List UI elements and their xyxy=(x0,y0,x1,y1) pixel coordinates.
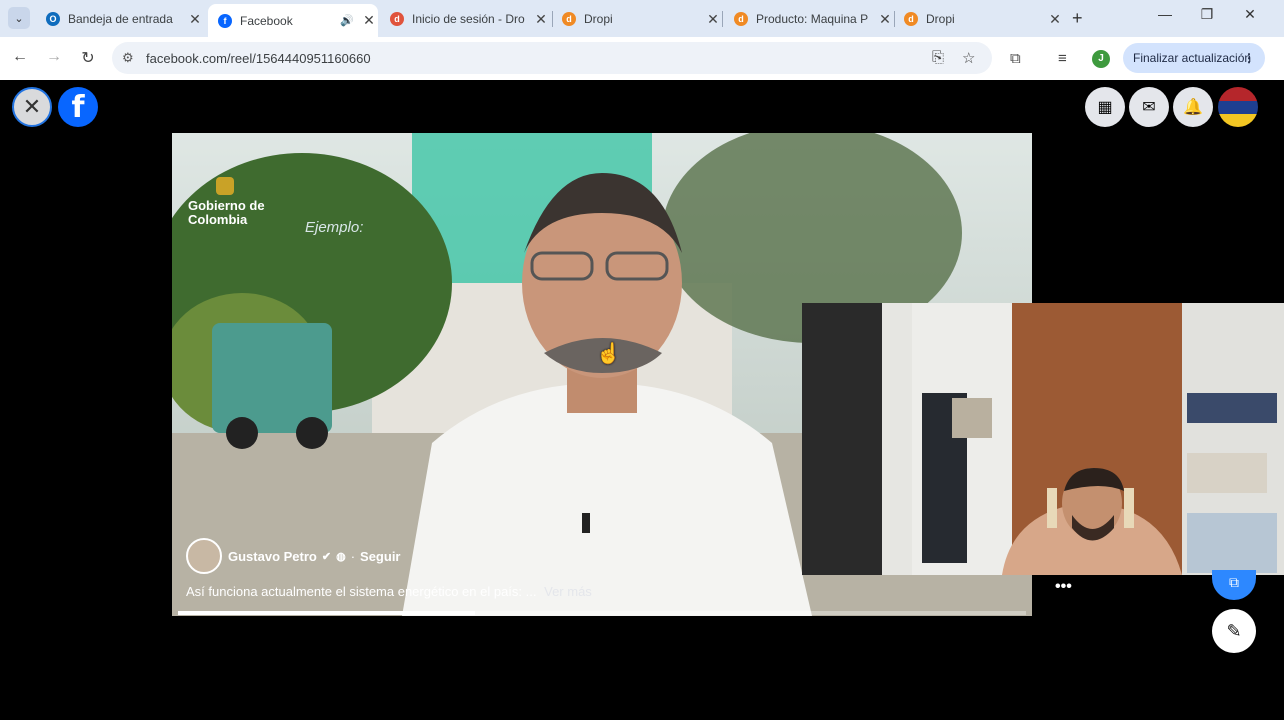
close-icon[interactable]: ✕ xyxy=(1046,11,1064,28)
tab-title: Dropi xyxy=(926,12,955,26)
hand-cursor-icon: ☝ xyxy=(596,343,621,365)
reel-caption: Así funciona actualmente el sistema ener… xyxy=(186,584,592,599)
menu-grid-icon[interactable]: ▦ xyxy=(1085,87,1125,127)
tab-producto[interactable]: d Producto: Maquina P ✕ xyxy=(724,4,894,34)
video-progress-fill xyxy=(178,611,475,615)
url-text[interactable]: facebook.com/reel/1564440951160660 xyxy=(146,51,371,66)
coat-of-arms-icon xyxy=(216,177,234,195)
tab-bandeja[interactable]: O Bandeja de entrada ✕ xyxy=(36,4,204,34)
tab-title: Bandeja de entrada xyxy=(68,12,173,26)
dropi-icon: d xyxy=(734,12,748,26)
site-info-icon[interactable]: ⚙ xyxy=(122,50,134,66)
tab-title: Facebook xyxy=(240,13,293,28)
update-button-label: Finalizar actualización xyxy=(1133,51,1252,65)
globe-icon: ◍ xyxy=(336,550,346,563)
avatar-stripe xyxy=(1218,87,1258,101)
tab-dropi-2[interactable]: d Dropi ✕ xyxy=(894,4,1064,34)
notifications-bell-icon[interactable]: 🔔 xyxy=(1173,87,1213,127)
facebook-logo-icon[interactable]: f xyxy=(58,87,98,127)
browser-chrome: ⌄ O Bandeja de entrada ✕ f Facebook 🔊 ✕ … xyxy=(0,0,1284,80)
tab-separator xyxy=(722,11,723,27)
close-icon[interactable]: ✕ xyxy=(532,11,550,28)
avatar-stripe xyxy=(1218,100,1258,115)
author-avatar[interactable] xyxy=(186,538,222,574)
tab-title: Dropi xyxy=(584,12,613,26)
reel-author: Gustavo Petro ✔ ◍ · Seguir xyxy=(186,538,401,574)
outlook-icon: O xyxy=(46,12,60,26)
tab-title: Inicio de sesión - Dro xyxy=(412,12,525,26)
account-avatar[interactable] xyxy=(1218,87,1258,127)
tab-title: Producto: Maquina P xyxy=(756,12,869,26)
facebook-top-bar: ✕ f ▦ ✉ 🔔 xyxy=(0,80,1284,132)
close-icon[interactable]: ✕ xyxy=(876,11,894,28)
video-progress-bar[interactable] xyxy=(178,611,1026,615)
profile-avatar[interactable]: J xyxy=(1092,50,1110,68)
brand-overlay-text: Gobierno de Colombia xyxy=(188,198,265,227)
see-more-link[interactable]: Ver más xyxy=(544,584,592,599)
window-close-icon[interactable]: ✕ xyxy=(1235,6,1265,23)
extensions-puzzle-icon[interactable]: ⧉ xyxy=(1010,50,1021,67)
kebab-menu-icon: ⋮ xyxy=(1243,51,1255,65)
minimize-icon[interactable]: — xyxy=(1150,6,1180,22)
author-name[interactable]: Gustavo Petro xyxy=(228,549,317,564)
messenger-icon[interactable]: ✉ xyxy=(1129,87,1169,127)
close-icon[interactable]: ✕ xyxy=(186,11,204,28)
gobierno-colombia-logo: Gobierno de Colombia xyxy=(188,177,278,227)
dropi-icon: d xyxy=(904,12,918,26)
restore-icon[interactable]: ❐ xyxy=(1192,6,1222,23)
bookmark-star-icon[interactable]: ☆ xyxy=(962,49,975,67)
webcam-frame xyxy=(802,303,1284,575)
follow-link[interactable]: Seguir xyxy=(360,549,400,564)
webcam-overlay xyxy=(802,303,1284,575)
dropi-icon: d xyxy=(562,12,576,26)
browser-toolbar: ← → ↻ ⚙ facebook.com/reel/15644409511606… xyxy=(0,37,1284,80)
edit-compose-icon[interactable]: ✎ xyxy=(1212,609,1256,653)
tab-inicio-sesion[interactable]: d Inicio de sesión - Dro ✕ xyxy=(380,4,550,34)
more-options-icon[interactable]: ••• xyxy=(1055,578,1072,596)
avatar-stripe xyxy=(1218,114,1258,127)
forward-arrow-icon[interactable]: → xyxy=(44,48,64,66)
dropi-icon: d xyxy=(390,12,404,26)
caption-text: Así funciona actualmente el sistema ener… xyxy=(186,584,537,599)
tab-strip: ⌄ O Bandeja de entrada ✕ f Facebook 🔊 ✕ … xyxy=(0,0,1284,37)
example-overlay-text: Ejemplo: xyxy=(305,219,364,236)
speaker-icon[interactable]: 🔊 xyxy=(340,14,354,27)
save-reel-icon[interactable]: ⧉ xyxy=(1212,570,1256,600)
media-controls-icon[interactable]: ≡ xyxy=(1058,50,1067,67)
new-tab-plus-icon[interactable]: + xyxy=(1072,8,1083,29)
close-icon[interactable]: ✕ xyxy=(360,12,378,29)
tab-facebook[interactable]: f Facebook 🔊 ✕ xyxy=(208,4,378,37)
dot-separator: · xyxy=(350,548,356,564)
tab-dropi[interactable]: d Dropi ✕ xyxy=(552,4,722,34)
close-reel-icon[interactable]: ✕ xyxy=(12,87,52,127)
install-app-icon[interactable]: ⎘ xyxy=(932,49,944,66)
reload-icon[interactable]: ↻ xyxy=(78,48,98,68)
close-icon[interactable]: ✕ xyxy=(704,11,722,28)
facebook-icon: f xyxy=(218,13,232,28)
tab-search-chevron-icon[interactable]: ⌄ xyxy=(8,7,30,29)
address-bar[interactable]: ⚙ facebook.com/reel/1564440951160660 ⎘ ☆ xyxy=(112,42,992,74)
verified-badge-icon: ✔ xyxy=(321,550,332,563)
back-arrow-icon[interactable]: ← xyxy=(10,48,30,66)
update-button[interactable]: Finalizar actualización ⋮ xyxy=(1123,43,1265,73)
